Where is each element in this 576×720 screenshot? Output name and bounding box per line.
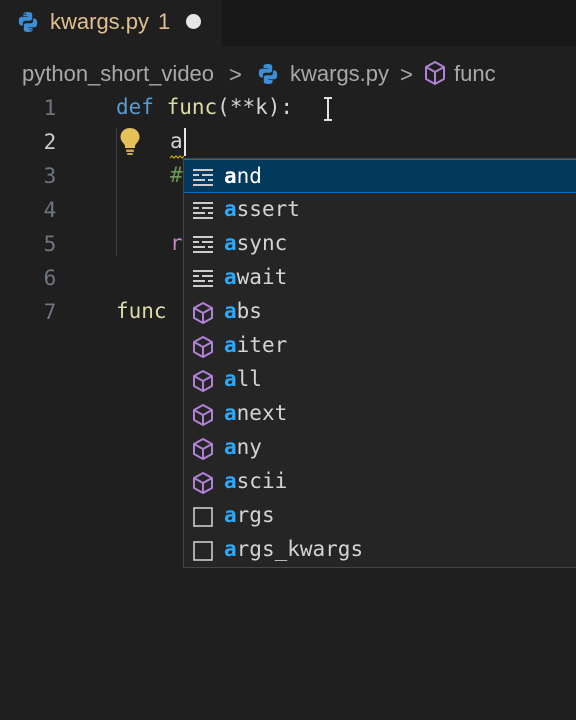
- method-cube-icon: [193, 404, 213, 426]
- suggestion-label: await: [224, 265, 287, 289]
- suggestion-rest: next: [236, 401, 288, 425]
- function-params: (**k):: [217, 95, 294, 119]
- tab-bar: kwargs.py 1: [0, 0, 576, 46]
- suggestion-rest: ssert: [236, 197, 300, 221]
- suggestion-rest: rgs: [236, 503, 275, 527]
- method-cube-icon: [193, 336, 213, 358]
- code-line-7[interactable]: func: [116, 299, 167, 323]
- suggestion-item[interactable]: args_kwargs: [184, 533, 576, 567]
- suggestion-match: a: [224, 401, 237, 425]
- function-name: func: [166, 95, 218, 119]
- breadcrumb-file[interactable]: kwargs.py: [290, 61, 389, 87]
- suggestion-widget: and assert async await abs aiter all anext any as…: [183, 158, 576, 568]
- method-cube-icon: [193, 370, 213, 392]
- code-line-3[interactable]: #: [170, 163, 183, 187]
- code-line-2[interactable]: a: [170, 129, 183, 153]
- method-cube-icon: [193, 438, 213, 460]
- breadcrumb-folder[interactable]: python_short_video: [22, 61, 214, 87]
- suggestion-label: args: [224, 503, 275, 527]
- method-cube-icon: [425, 61, 445, 85]
- line-number: 3: [43, 164, 57, 188]
- suggestion-label: ascii: [224, 469, 287, 493]
- suggestion-rest: wait: [236, 265, 288, 289]
- suggestion-item[interactable]: all: [184, 363, 576, 397]
- suggestion-match: a: [224, 537, 237, 561]
- suggestion-label: assert: [224, 197, 300, 221]
- line-number: 6: [43, 266, 57, 290]
- breadcrumb: python_short_video > kwargs.py > func: [0, 56, 576, 90]
- suggestion-match: a: [224, 231, 237, 255]
- def-keyword: def: [116, 95, 154, 119]
- suggestion-label: and: [224, 164, 262, 188]
- keyword-icon: [193, 270, 213, 287]
- suggestion-rest: ll: [236, 367, 262, 391]
- warning-squiggle: [170, 155, 184, 159]
- suggestion-rest: sync: [236, 231, 288, 255]
- breadcrumb-separator: >: [400, 62, 413, 87]
- suggestion-item[interactable]: abs: [184, 295, 576, 329]
- suggestion-label: abs: [224, 299, 262, 323]
- suggestion-label: async: [224, 231, 287, 255]
- suggestion-match: a: [224, 367, 237, 391]
- suggestion-match: a: [224, 435, 237, 459]
- suggestion-rest: rgs_kwargs: [236, 537, 364, 561]
- code-line-1[interactable]: def func(**k):: [116, 95, 293, 119]
- text-caret: [184, 128, 186, 156]
- keyword-icon: [193, 236, 213, 253]
- suggestion-match: a: [224, 469, 237, 493]
- comment-start: #: [170, 163, 183, 187]
- suggestion-label: aiter: [224, 333, 287, 357]
- suggestion-label: args_kwargs: [224, 537, 363, 561]
- suggestion-item[interactable]: aiter: [184, 329, 576, 363]
- keyword-icon: [193, 202, 213, 219]
- unsaved-dot-icon[interactable]: [186, 14, 201, 29]
- suggestion-match: a: [224, 265, 237, 289]
- suggestion-label: all: [224, 367, 262, 391]
- suggestion-rest: iter: [236, 333, 288, 357]
- suggestion-item[interactable]: await: [184, 261, 576, 295]
- suggestion-item[interactable]: and: [184, 159, 576, 193]
- suggestion-label: any: [224, 435, 262, 459]
- breadcrumb-separator: >: [229, 62, 242, 87]
- suggestion-item[interactable]: anext: [184, 397, 576, 431]
- problem-count-badge: 1: [158, 9, 171, 34]
- suggestion-label: anext: [224, 401, 287, 425]
- suggestion-item[interactable]: args: [184, 499, 576, 533]
- text-word-icon: [193, 541, 213, 561]
- line-number: 1: [43, 96, 57, 120]
- typed-text: a: [170, 129, 183, 153]
- suggestion-rest: nd: [236, 164, 262, 188]
- tab-kwargs-py[interactable]: kwargs.py 1: [0, 0, 222, 46]
- line-number: 4: [43, 198, 57, 222]
- suggestion-match: a: [224, 197, 237, 221]
- suggestion-match: a: [224, 164, 237, 188]
- breadcrumb-symbol[interactable]: func: [454, 61, 496, 87]
- suggestion-item[interactable]: assert: [184, 193, 576, 227]
- function-call: func: [116, 299, 167, 323]
- suggestion-item[interactable]: async: [184, 227, 576, 261]
- suggestion-match: a: [224, 503, 237, 527]
- line-number: 5: [43, 232, 57, 256]
- python-icon: [18, 12, 38, 32]
- text-cursor-icon: [324, 97, 332, 121]
- code-line-5[interactable]: r: [170, 231, 183, 255]
- python-icon: [258, 64, 278, 84]
- text-word-icon: [193, 507, 213, 527]
- return-start: r: [170, 231, 183, 255]
- keyword-icon: [193, 169, 213, 186]
- suggestion-item[interactable]: any: [184, 431, 576, 465]
- suggestion-item[interactable]: ascii: [184, 465, 576, 499]
- suggestion-rest: bs: [236, 299, 262, 323]
- suggestion-match: a: [224, 333, 237, 357]
- lightbulb-icon[interactable]: [117, 126, 143, 156]
- method-cube-icon: [193, 302, 213, 324]
- suggestion-rest: ny: [236, 435, 262, 459]
- method-cube-icon: [193, 472, 213, 494]
- tab-title: kwargs.py: [50, 9, 150, 34]
- suggestion-rest: scii: [236, 469, 288, 493]
- line-number: 7: [43, 300, 57, 324]
- suggestion-match: a: [224, 299, 237, 323]
- line-number: 2: [43, 130, 57, 154]
